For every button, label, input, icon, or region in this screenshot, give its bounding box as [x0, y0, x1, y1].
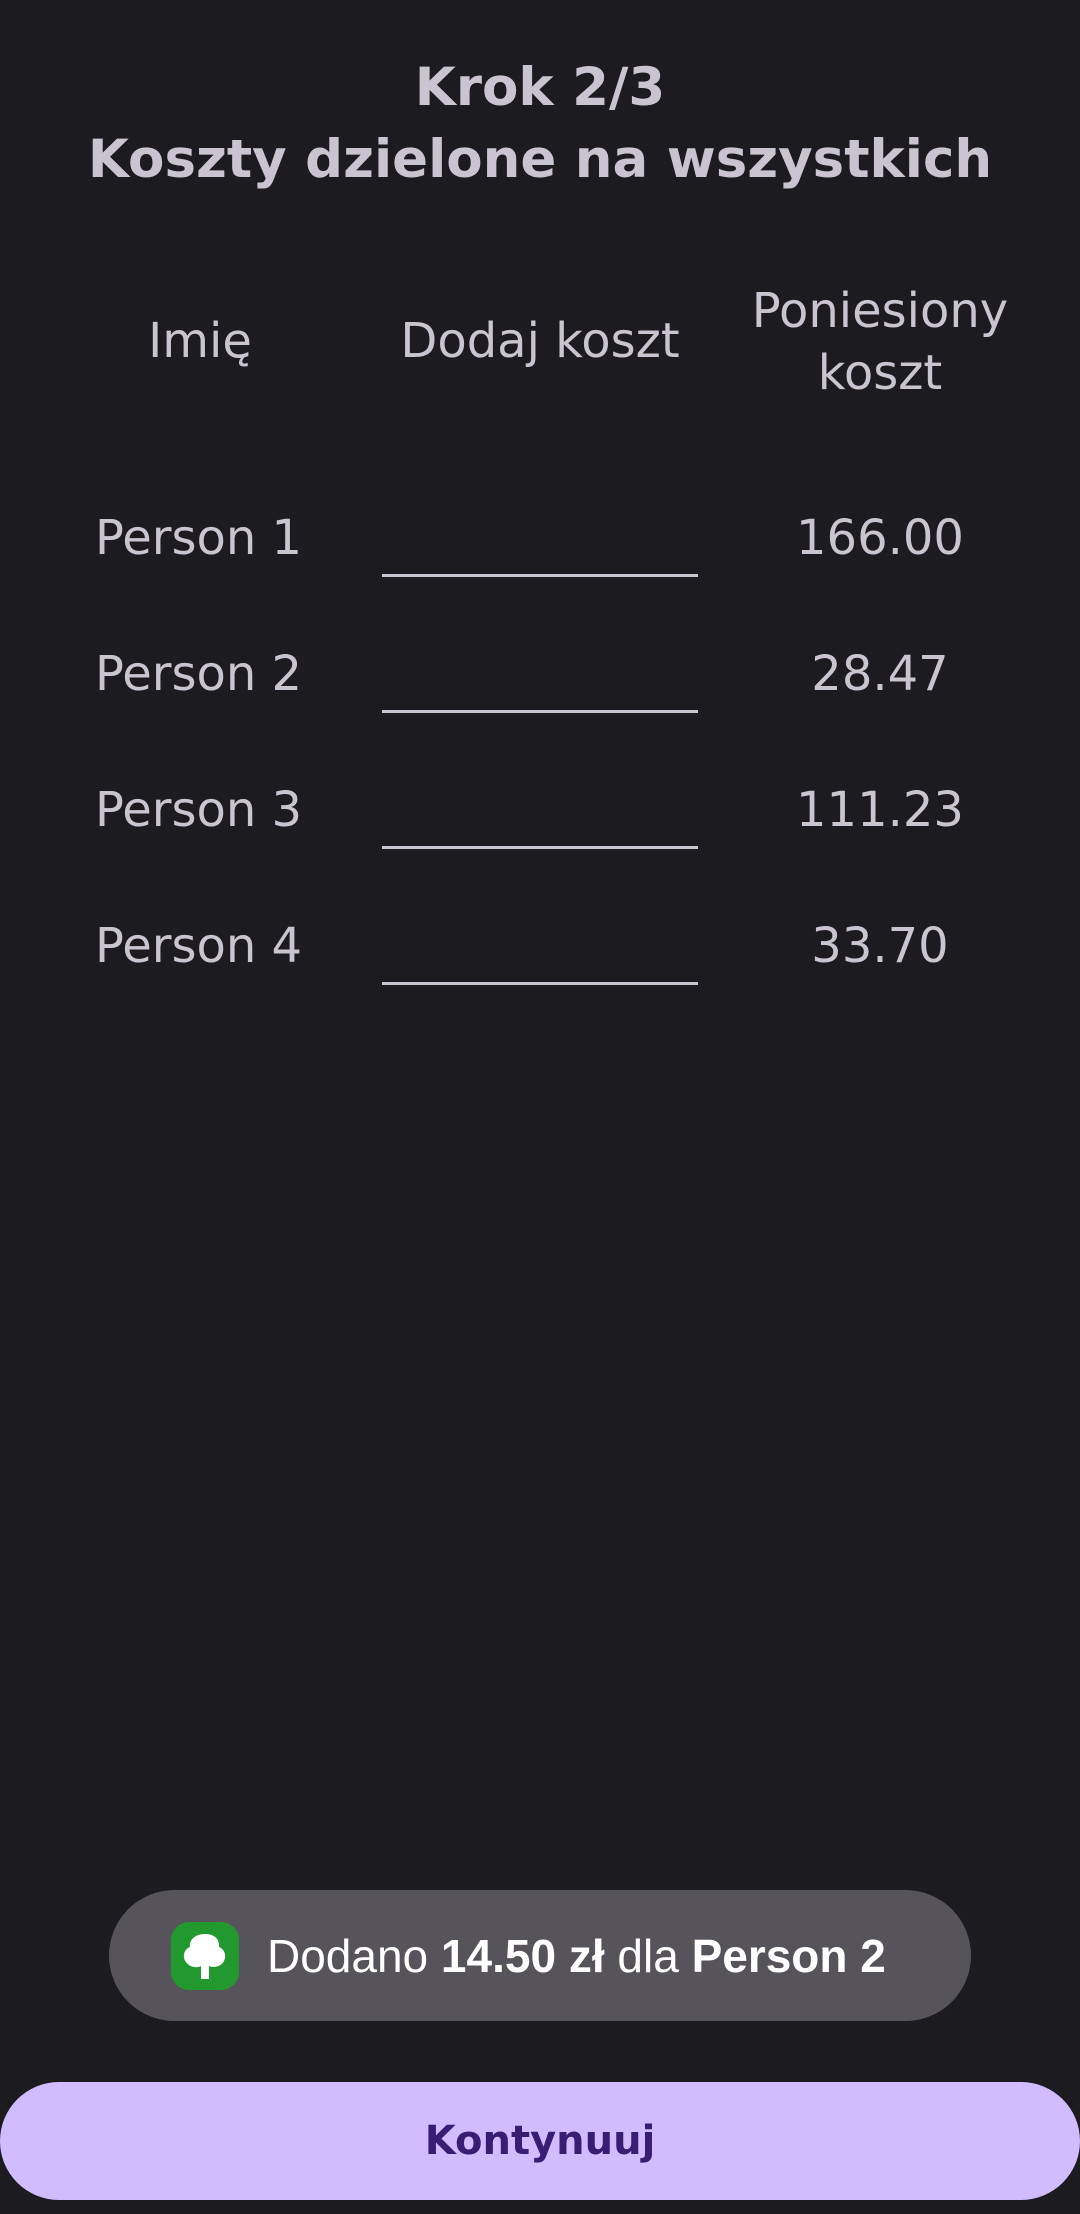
continue-button[interactable]: Kontynuuj: [0, 2082, 1080, 2200]
toast-amount: 14.50 zł: [440, 1929, 605, 1982]
column-header-paid-line2: koszt: [817, 345, 943, 401]
paid-cost-value: 166.00: [796, 510, 964, 566]
table-row: Person 3 111.23: [0, 770, 1080, 870]
add-cost-input[interactable]: [382, 906, 698, 985]
add-cost-input[interactable]: [382, 498, 698, 577]
column-header-name: Imię: [148, 313, 252, 369]
page-title: Krok 2/3 Koszty dzielone na wszystkich: [0, 52, 1080, 196]
person-name: Person 4: [95, 918, 303, 974]
person-name: Person 1: [95, 510, 303, 566]
table-row: Person 1 166.00: [0, 498, 1080, 598]
toast-message: Dodano 14.50 zł dla Person 2: [267, 1929, 886, 1983]
step-indicator: Krok 2/3: [414, 57, 666, 118]
toast-prefix: Dodano: [267, 1929, 441, 1982]
step-subtitle: Koszty dzielone na wszystkich: [87, 129, 993, 190]
paid-cost-value: 111.23: [796, 782, 964, 838]
paid-cost-value: 33.70: [811, 918, 949, 974]
column-header-paid-cost: Poniesiony koszt: [730, 280, 1030, 404]
toast-middle: dla: [604, 1929, 692, 1982]
person-name: Person 3: [95, 782, 303, 838]
paid-cost-value: 28.47: [811, 646, 949, 702]
table-row: Person 4 33.70: [0, 906, 1080, 1006]
column-header-paid-line1: Poniesiony: [751, 283, 1009, 339]
app-tree-icon: [171, 1921, 239, 1990]
table-row: Person 2 28.47: [0, 634, 1080, 734]
toast-person: Person 2: [691, 1929, 886, 1982]
add-cost-input[interactable]: [382, 770, 698, 849]
toast-notification: Dodano 14.50 zł dla Person 2: [109, 1890, 971, 2021]
column-header-add-cost: Dodaj koszt: [400, 313, 680, 369]
person-name: Person 2: [95, 646, 303, 702]
add-cost-input[interactable]: [382, 634, 698, 713]
